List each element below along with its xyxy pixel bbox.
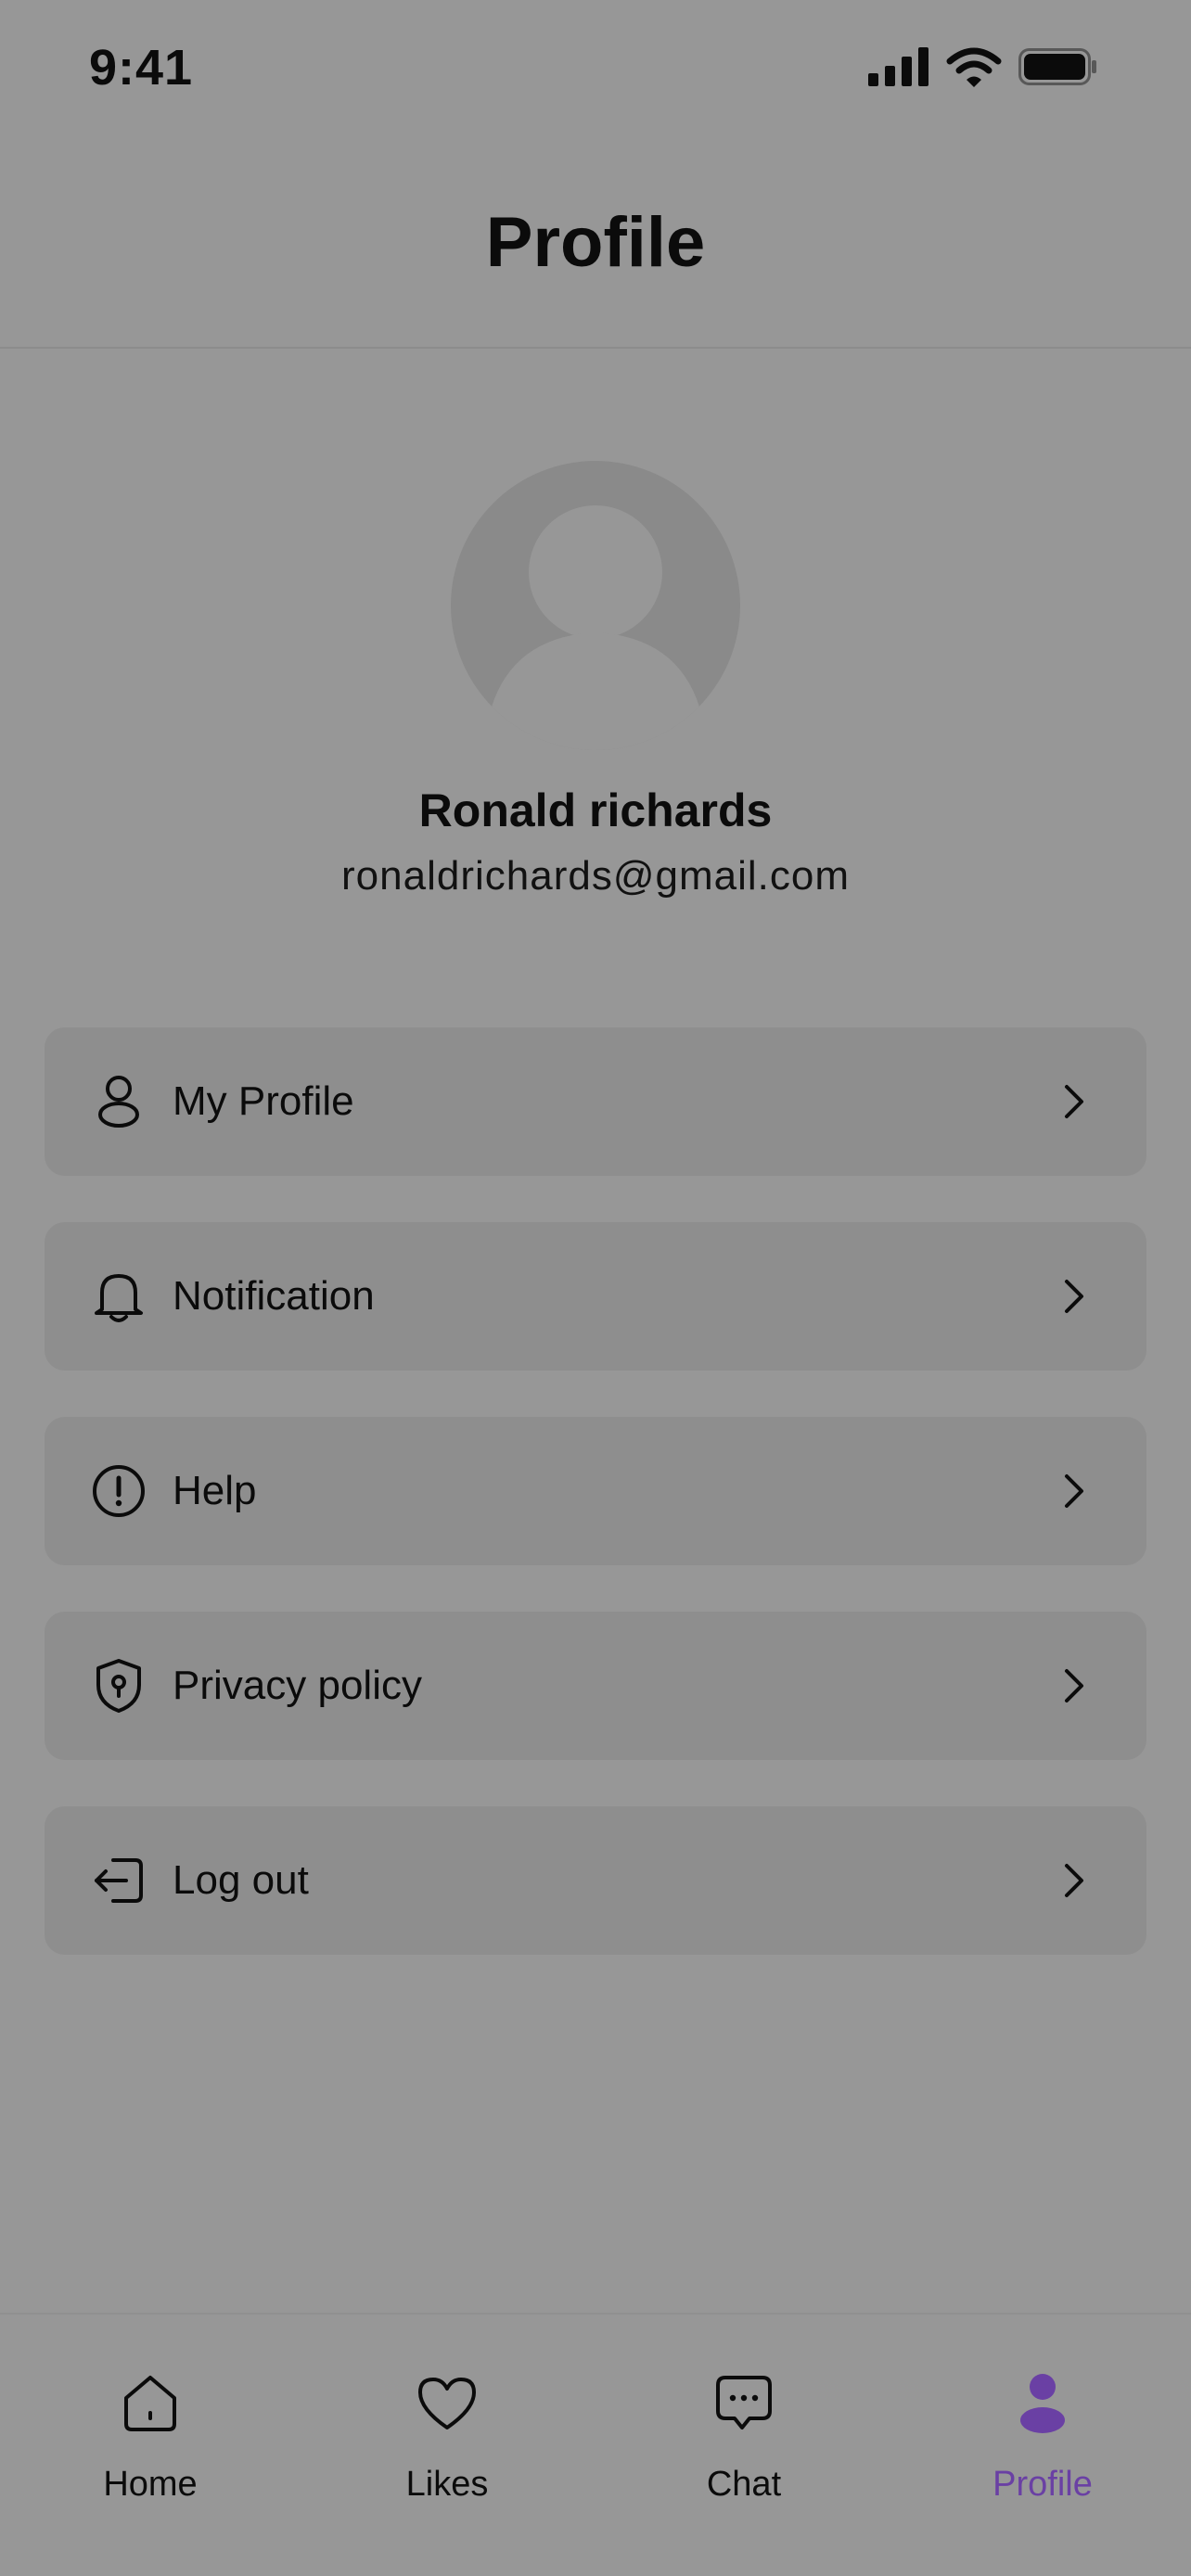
nav-label: Likes bbox=[405, 2465, 489, 2504]
page-header: Profile bbox=[0, 139, 1191, 349]
chevron-right-icon bbox=[1056, 1272, 1093, 1320]
chevron-right-icon bbox=[1056, 1856, 1093, 1905]
page-title: Profile bbox=[485, 203, 706, 282]
user-silhouette-icon bbox=[488, 505, 703, 750]
wifi-icon bbox=[946, 46, 1002, 92]
menu-item-privacy-policy[interactable]: Privacy policy bbox=[45, 1612, 1146, 1760]
shield-icon bbox=[89, 1656, 148, 1715]
status-time: 9:41 bbox=[89, 40, 194, 96]
bottom-nav: Home Likes Chat Profile bbox=[0, 2313, 1191, 2576]
chevron-right-icon bbox=[1056, 1467, 1093, 1515]
heart-icon bbox=[414, 2370, 480, 2437]
menu-item-label: Privacy policy bbox=[173, 1663, 422, 1708]
home-icon bbox=[117, 2370, 184, 2437]
chat-icon bbox=[711, 2370, 777, 2437]
menu-item-label: Log out bbox=[173, 1857, 309, 1903]
menu-item-log-out[interactable]: Log out bbox=[45, 1806, 1146, 1955]
settings-menu: My Profile Notification Help Privacy pol… bbox=[45, 1027, 1146, 2001]
profile-icon bbox=[1009, 2370, 1076, 2437]
nav-item-chat[interactable]: Chat bbox=[651, 2370, 837, 2537]
nav-item-profile[interactable]: Profile bbox=[950, 2370, 1135, 2537]
menu-item-notification[interactable]: Notification bbox=[45, 1222, 1146, 1371]
chevron-right-icon bbox=[1056, 1662, 1093, 1710]
profile-screen: 9:41 Profile Ronald richards ronaldricha… bbox=[0, 0, 1191, 2576]
logout-icon bbox=[89, 1851, 148, 1910]
bell-icon bbox=[89, 1267, 148, 1326]
avatar[interactable] bbox=[451, 461, 740, 750]
battery-icon bbox=[1018, 48, 1098, 90]
menu-item-help[interactable]: Help bbox=[45, 1417, 1146, 1565]
nav-label: Home bbox=[103, 2465, 198, 2504]
info-circle-icon bbox=[89, 1461, 148, 1521]
cellular-signal-icon bbox=[868, 47, 929, 91]
nav-label: Chat bbox=[706, 2465, 782, 2504]
status-icons bbox=[868, 46, 1098, 92]
user-name: Ronald richards bbox=[418, 784, 773, 836]
menu-item-my-profile[interactable]: My Profile bbox=[45, 1027, 1146, 1176]
menu-item-label: Help bbox=[173, 1468, 257, 1513]
menu-item-label: Notification bbox=[173, 1273, 375, 1319]
nav-item-home[interactable]: Home bbox=[58, 2370, 243, 2537]
status-bar: 9:41 bbox=[0, 0, 1191, 139]
nav-label: Profile bbox=[992, 2465, 1093, 2504]
user-icon bbox=[89, 1072, 148, 1131]
user-email: ronaldrichards@gmail.com bbox=[341, 853, 850, 899]
menu-item-label: My Profile bbox=[173, 1078, 354, 1124]
chevron-right-icon bbox=[1056, 1078, 1093, 1126]
nav-item-likes[interactable]: Likes bbox=[354, 2370, 540, 2537]
